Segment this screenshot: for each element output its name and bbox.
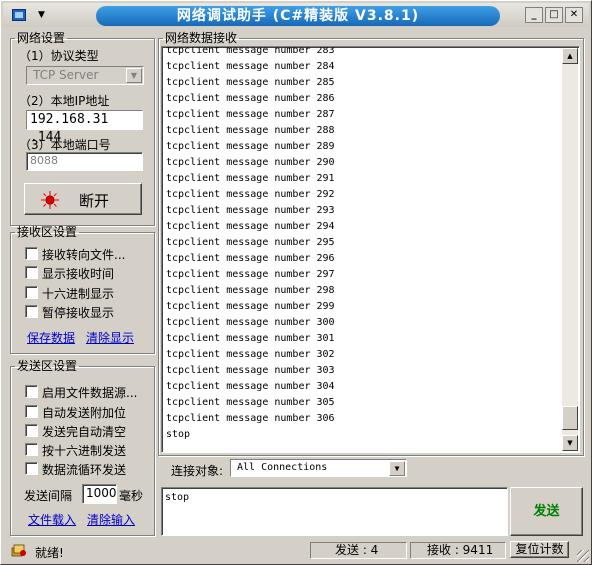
app-icon — [12, 9, 26, 21]
send-option-label: 自动发送附加位 — [42, 406, 127, 420]
ip-label: （2）本地IP地址 — [19, 94, 110, 108]
ip-address-field[interactable]: 192.168.31 .144 — [26, 110, 143, 145]
minimize-button[interactable]: _ — [525, 7, 543, 23]
checkbox-loop-send[interactable] — [25, 462, 38, 475]
title-bar[interactable]: ▼ 网络调试助手 (C#精装版 V3.8.1) _ □ ✕ — [3, 3, 589, 27]
receive-scrollbar[interactable]: ▲ ▼ — [562, 48, 578, 451]
receive-log[interactable]: tcpclient message number 283 tcpclient me… — [161, 46, 580, 453]
receive-line: tcpclient message number 300 — [166, 317, 335, 328]
chevron-down-icon[interactable]: ▼ — [389, 461, 405, 476]
send-input[interactable]: stop — [161, 487, 508, 536]
status-ready: 就绪! — [35, 546, 64, 560]
save-data-link[interactable]: 保存数据 — [27, 329, 75, 346]
protocol-select[interactable]: TCP Server ▼ — [26, 66, 144, 85]
receive-line: tcpclient message number 293 — [166, 205, 335, 216]
receive-line: tcpclient message number 294 — [166, 221, 335, 232]
window-title: 网络调试助手 (C#精装版 V3.8.1) — [96, 6, 500, 26]
receive-line: tcpclient message number 286 — [166, 93, 335, 104]
system-menu[interactable]: ▼ — [6, 6, 50, 24]
checkbox-auto-append[interactable] — [25, 405, 38, 418]
port-field[interactable]: 8088 — [26, 152, 143, 171]
scroll-thumb[interactable] — [562, 406, 578, 430]
receive-line: tcpclient message number 285 — [166, 77, 335, 88]
receive-line: tcpclient message number 288 — [166, 125, 335, 136]
receive-line: tcpclient message number 297 — [166, 269, 335, 280]
recv-option-label: 接收转向文件... — [42, 248, 126, 262]
connection-target-select[interactable]: All Connections ▼ — [230, 459, 407, 477]
receive-line: tcpclient message number 284 — [166, 61, 335, 72]
connection-status-icon — [41, 191, 59, 209]
receive-line: tcpclient message number 292 — [166, 189, 335, 200]
send-settings-title: 发送区设置 — [17, 359, 78, 373]
protocol-value: TCP Server — [33, 68, 99, 82]
connection-target-label: 连接对象: — [171, 464, 224, 478]
load-file-link[interactable]: 文件载入 — [28, 511, 76, 528]
status-icon — [11, 544, 26, 557]
recv-count: 接收 : 9411 — [410, 542, 506, 559]
status-bar: 就绪! 发送 : 4 接收 : 9411 — [3, 540, 589, 562]
clear-input-link[interactable]: 清除输入 — [87, 511, 135, 528]
resize-grip[interactable] — [577, 550, 589, 562]
clear-display-link[interactable]: 清除显示 — [86, 329, 134, 346]
receive-line: tcpclient message number 287 — [166, 109, 335, 120]
chevron-down-icon[interactable]: ▼ — [126, 68, 142, 83]
receive-line: tcpclient message number 301 — [166, 333, 335, 344]
protocol-label: （1）协议类型 — [19, 49, 99, 63]
app-window: ▼ 网络调试助手 (C#精装版 V3.8.1) _ □ ✕ 网络设置 （1）协议… — [0, 0, 592, 565]
receive-line: tcpclient message number 303 — [166, 365, 335, 376]
checkbox-file-source[interactable] — [25, 385, 38, 398]
receive-line: tcpclient message number 295 — [166, 237, 335, 248]
recv-option-label: 十六进制显示 — [42, 287, 115, 301]
reset-count-button[interactable]: 复位计数 — [510, 541, 569, 558]
sent-count: 发送 : 4 — [310, 542, 407, 559]
checkbox-show-recv-time[interactable] — [25, 266, 38, 279]
scroll-up-icon[interactable]: ▲ — [562, 48, 578, 64]
send-option-label: 按十六进制发送 — [42, 444, 127, 458]
net-settings-title: 网络设置 — [17, 31, 66, 45]
receive-line: tcpclient message number 305 — [166, 397, 335, 408]
checkbox-auto-clear[interactable] — [25, 424, 38, 437]
checkbox-hex-send[interactable] — [25, 443, 38, 456]
chevron-down-icon: ▼ — [38, 10, 45, 20]
disconnect-button[interactable]: 断开 — [24, 183, 142, 215]
receive-line: tcpclient message number 299 — [166, 301, 335, 312]
send-interval-unit: 毫秒 — [119, 489, 144, 503]
send-option-label: 数据流循环发送 — [42, 463, 127, 477]
send-button[interactable]: 发送 — [510, 487, 583, 536]
checkbox-pause-display[interactable] — [25, 305, 38, 318]
recv-option-label: 显示接收时间 — [42, 267, 115, 281]
maximize-button[interactable]: □ — [545, 7, 563, 23]
checkbox-recv-to-file[interactable] — [25, 247, 38, 260]
receive-line: tcpclient message number 306 — [166, 413, 335, 424]
receive-line: tcpclient message number 302 — [166, 349, 335, 360]
receive-line: tcpclient message number 290 — [166, 157, 335, 168]
receive-line: tcpclient message number 289 — [166, 141, 335, 152]
recv-settings-title: 接收区设置 — [17, 225, 78, 239]
receive-line: tcpclient message number 296 — [166, 253, 335, 264]
send-interval-label: 发送间隔 — [24, 489, 73, 503]
connection-target-value: All Connections — [237, 462, 328, 473]
scroll-down-icon[interactable]: ▼ — [562, 435, 578, 451]
receive-lines: tcpclient message number 283 tcpclient me… — [166, 46, 561, 443]
receive-line: stop — [166, 429, 191, 440]
close-button[interactable]: ✕ — [565, 7, 583, 23]
send-option-label: 启用文件数据源... — [42, 386, 138, 400]
send-interval-input[interactable]: 1000 — [82, 484, 117, 504]
receive-line: tcpclient message number 298 — [166, 285, 335, 296]
recv-area-title: 网络数据接收 — [165, 31, 238, 45]
checkbox-hex-display[interactable] — [25, 286, 38, 299]
port-label: （3）本地端口号 — [19, 138, 111, 152]
receive-line: tcpclient message number 291 — [166, 173, 335, 184]
recv-option-label: 暂停接收显示 — [42, 306, 115, 320]
send-option-label: 发送完自动清空 — [42, 425, 127, 439]
receive-line: tcpclient message number 304 — [166, 381, 335, 392]
receive-line: tcpclient message number 283 — [166, 46, 335, 56]
disconnect-label: 断开 — [79, 192, 110, 210]
